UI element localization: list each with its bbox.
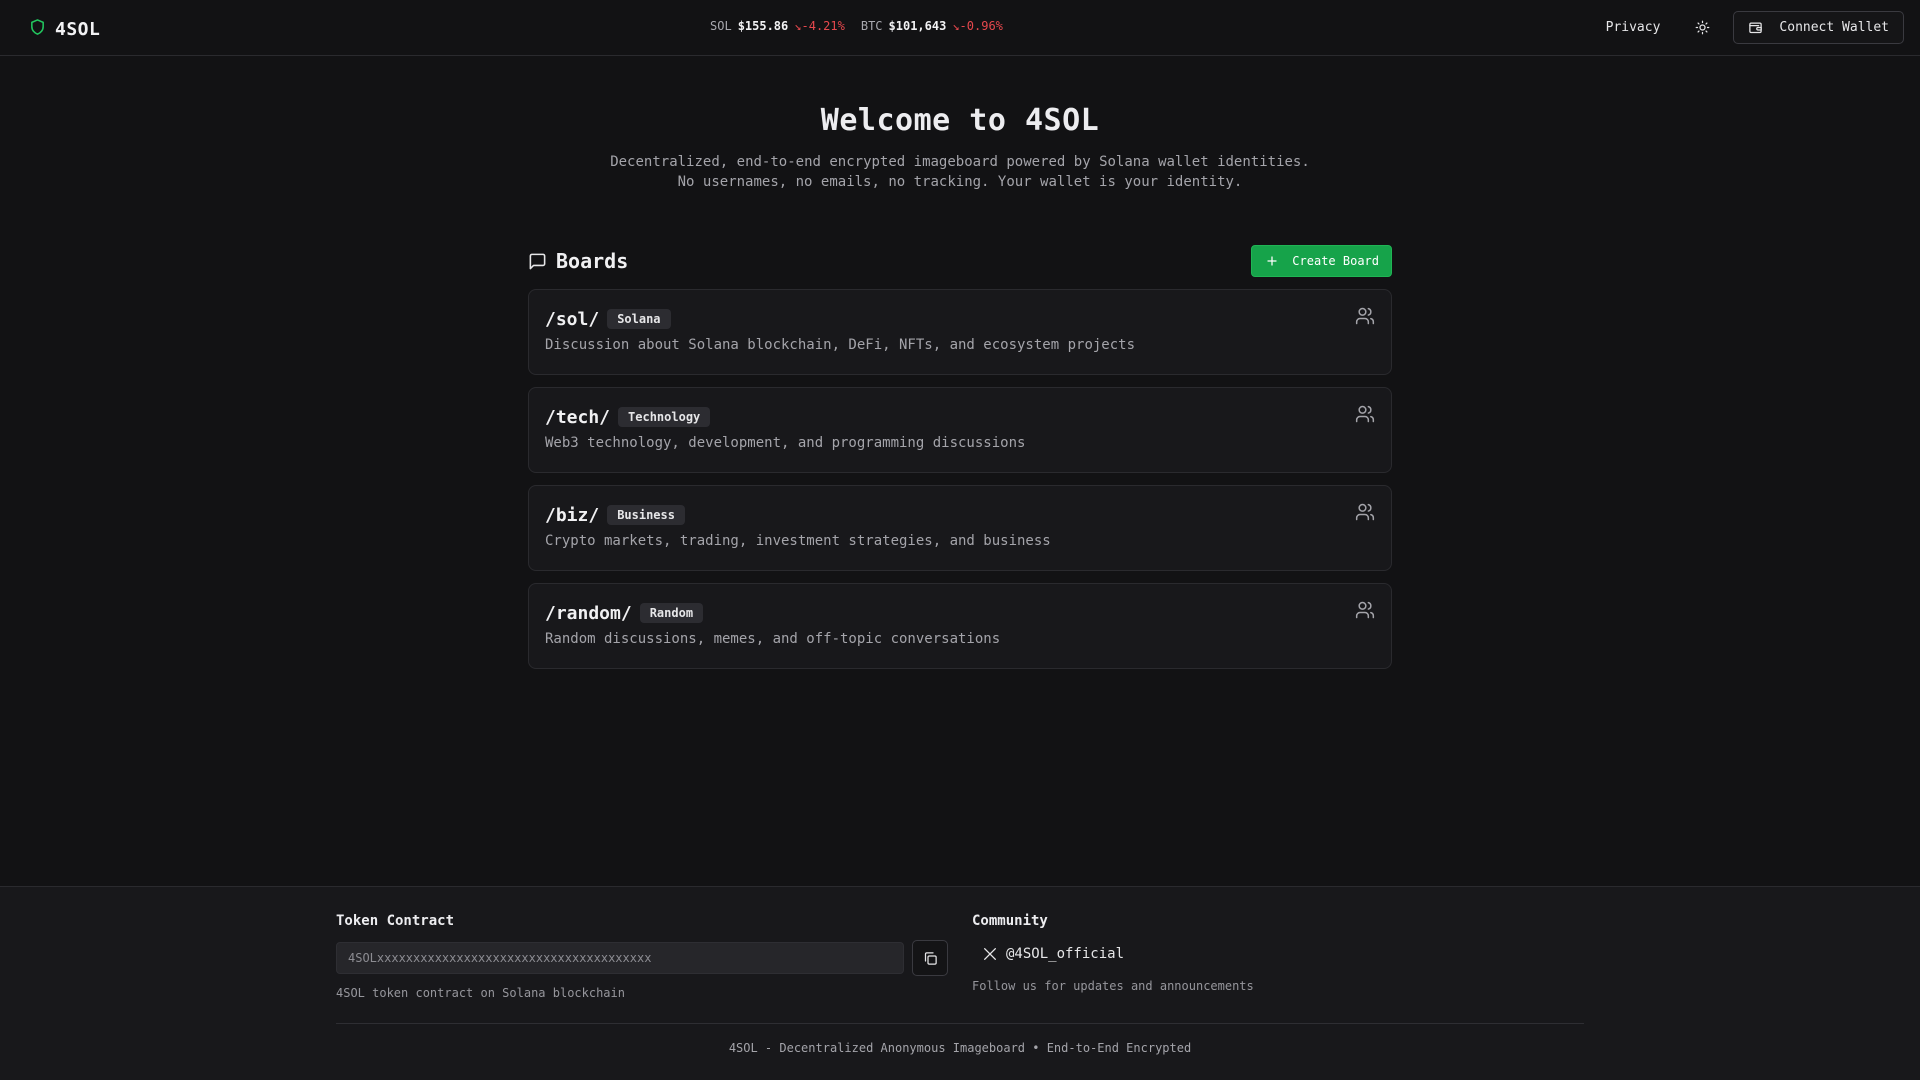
create-board-button[interactable]: Create Board xyxy=(1251,245,1392,277)
users-icon xyxy=(1355,405,1375,423)
page-title: Welcome to 4SOL xyxy=(820,103,1100,138)
board-header: /tech/ Technology xyxy=(545,405,1375,429)
board-slug: /random/ xyxy=(545,602,632,624)
shield-icon xyxy=(29,17,46,41)
community-note: Follow us for updates and announcements xyxy=(972,979,1254,993)
x-social-link[interactable]: @4SOL_official xyxy=(982,944,1584,964)
theme-toggle-button[interactable] xyxy=(1691,17,1713,39)
create-board-label: Create Board xyxy=(1292,254,1379,268)
board-badge: Random xyxy=(639,603,704,623)
boards-heading: Boards xyxy=(528,249,628,273)
board-description: Web3 technology, development, and progra… xyxy=(545,435,1026,451)
board-slug: /tech/ xyxy=(545,406,611,428)
board-description: Crypto markets, trading, investment stra… xyxy=(545,533,1051,549)
hero: Welcome to 4SOL Decentralized, end-to-en… xyxy=(0,103,1920,192)
users-icon xyxy=(1355,307,1375,325)
users-icon xyxy=(1355,601,1375,619)
token-contract-note: 4SOL token contract on Solana blockchain xyxy=(336,986,625,1000)
ticker-change: ↘-4.21% xyxy=(794,19,845,33)
message-square-icon xyxy=(529,253,546,269)
boards-section: Boards Create Board /sol/ Solana Discuss… xyxy=(528,245,1392,681)
privacy-link[interactable]: Privacy xyxy=(1606,20,1661,35)
community-heading: Community xyxy=(972,913,1048,929)
footer-divider xyxy=(336,1023,1584,1024)
board-card-random[interactable]: /random/ Random Random discussions, meme… xyxy=(528,583,1392,669)
users-icon xyxy=(1355,503,1375,521)
ticker-btc: BTC $101,643 ↘-0.96% xyxy=(861,19,1003,33)
board-description: Discussion about Solana blockchain, DeFi… xyxy=(545,337,1136,353)
copy-contract-button[interactable] xyxy=(912,940,948,976)
ticker-symbol: BTC xyxy=(860,19,883,33)
x-logo-icon xyxy=(984,948,996,960)
copy-icon xyxy=(924,951,937,965)
ticker-symbol: SOL xyxy=(710,19,732,33)
contract-row xyxy=(336,940,948,976)
token-contract-heading: Token Contract xyxy=(336,913,455,929)
contract-address-field[interactable] xyxy=(336,942,904,974)
token-contract-section: Token Contract 4SOL token contract on So… xyxy=(336,913,948,1000)
social-handle: @4SOL_official xyxy=(1006,946,1125,962)
board-card-biz[interactable]: /biz/ Business Crypto markets, trading, … xyxy=(528,485,1392,571)
board-badge: Solana xyxy=(607,309,671,329)
logo[interactable]: 4SOL xyxy=(29,17,100,41)
board-slug: /biz/ xyxy=(545,504,600,526)
community-section: Community @4SOL_official Follow us for u… xyxy=(972,913,1584,993)
board-header: /random/ Random xyxy=(545,601,1375,625)
board-card-sol[interactable]: /sol/ Solana Discussion about Solana blo… xyxy=(528,289,1392,375)
footer: Token Contract 4SOL token contract on So… xyxy=(0,886,1920,1080)
board-header: /sol/ Solana xyxy=(545,307,1375,331)
boards-title: Boards xyxy=(556,249,629,273)
ticker-sol: SOL $155.86 ↘-4.21% xyxy=(710,19,845,33)
boards-header: Boards Create Board xyxy=(528,245,1392,277)
footer-tagline: 4SOL - Decentralized Anonymous Imageboar… xyxy=(728,1041,1192,1055)
board-description: Random discussions, memes, and off-topic… xyxy=(545,631,1001,647)
connect-wallet-label: Connect Wallet xyxy=(1779,20,1889,35)
ticker-price: $101,643 xyxy=(888,19,947,33)
ticker-price: $155.86 xyxy=(737,19,789,33)
board-card-tech[interactable]: /tech/ Technology Web3 technology, devel… xyxy=(528,387,1392,473)
ticker-change: ↘-0.96% xyxy=(952,19,1003,33)
board-badge: Technology xyxy=(618,407,711,427)
top-navbar: 4SOL SOL $155.86 ↘-4.21% BTC $101,643 ↘-… xyxy=(0,0,1920,56)
board-badge: Business xyxy=(607,505,685,525)
board-header: /biz/ Business xyxy=(545,503,1375,527)
price-ticker: SOL $155.86 ↘-4.21% BTC $101,643 ↘-0.96% xyxy=(710,19,1003,33)
connect-wallet-button[interactable]: Connect Wallet xyxy=(1733,11,1904,44)
page-subtitle: Decentralized, end-to-end encrypted imag… xyxy=(610,154,1310,190)
plus-icon xyxy=(1267,256,1277,266)
nav-actions: Privacy Connect Wallet xyxy=(1606,11,1904,44)
logo-text: 4SOL xyxy=(55,18,101,40)
sun-icon xyxy=(1695,20,1710,35)
board-slug: /sol/ xyxy=(545,308,600,330)
wallet-icon xyxy=(1749,22,1763,34)
